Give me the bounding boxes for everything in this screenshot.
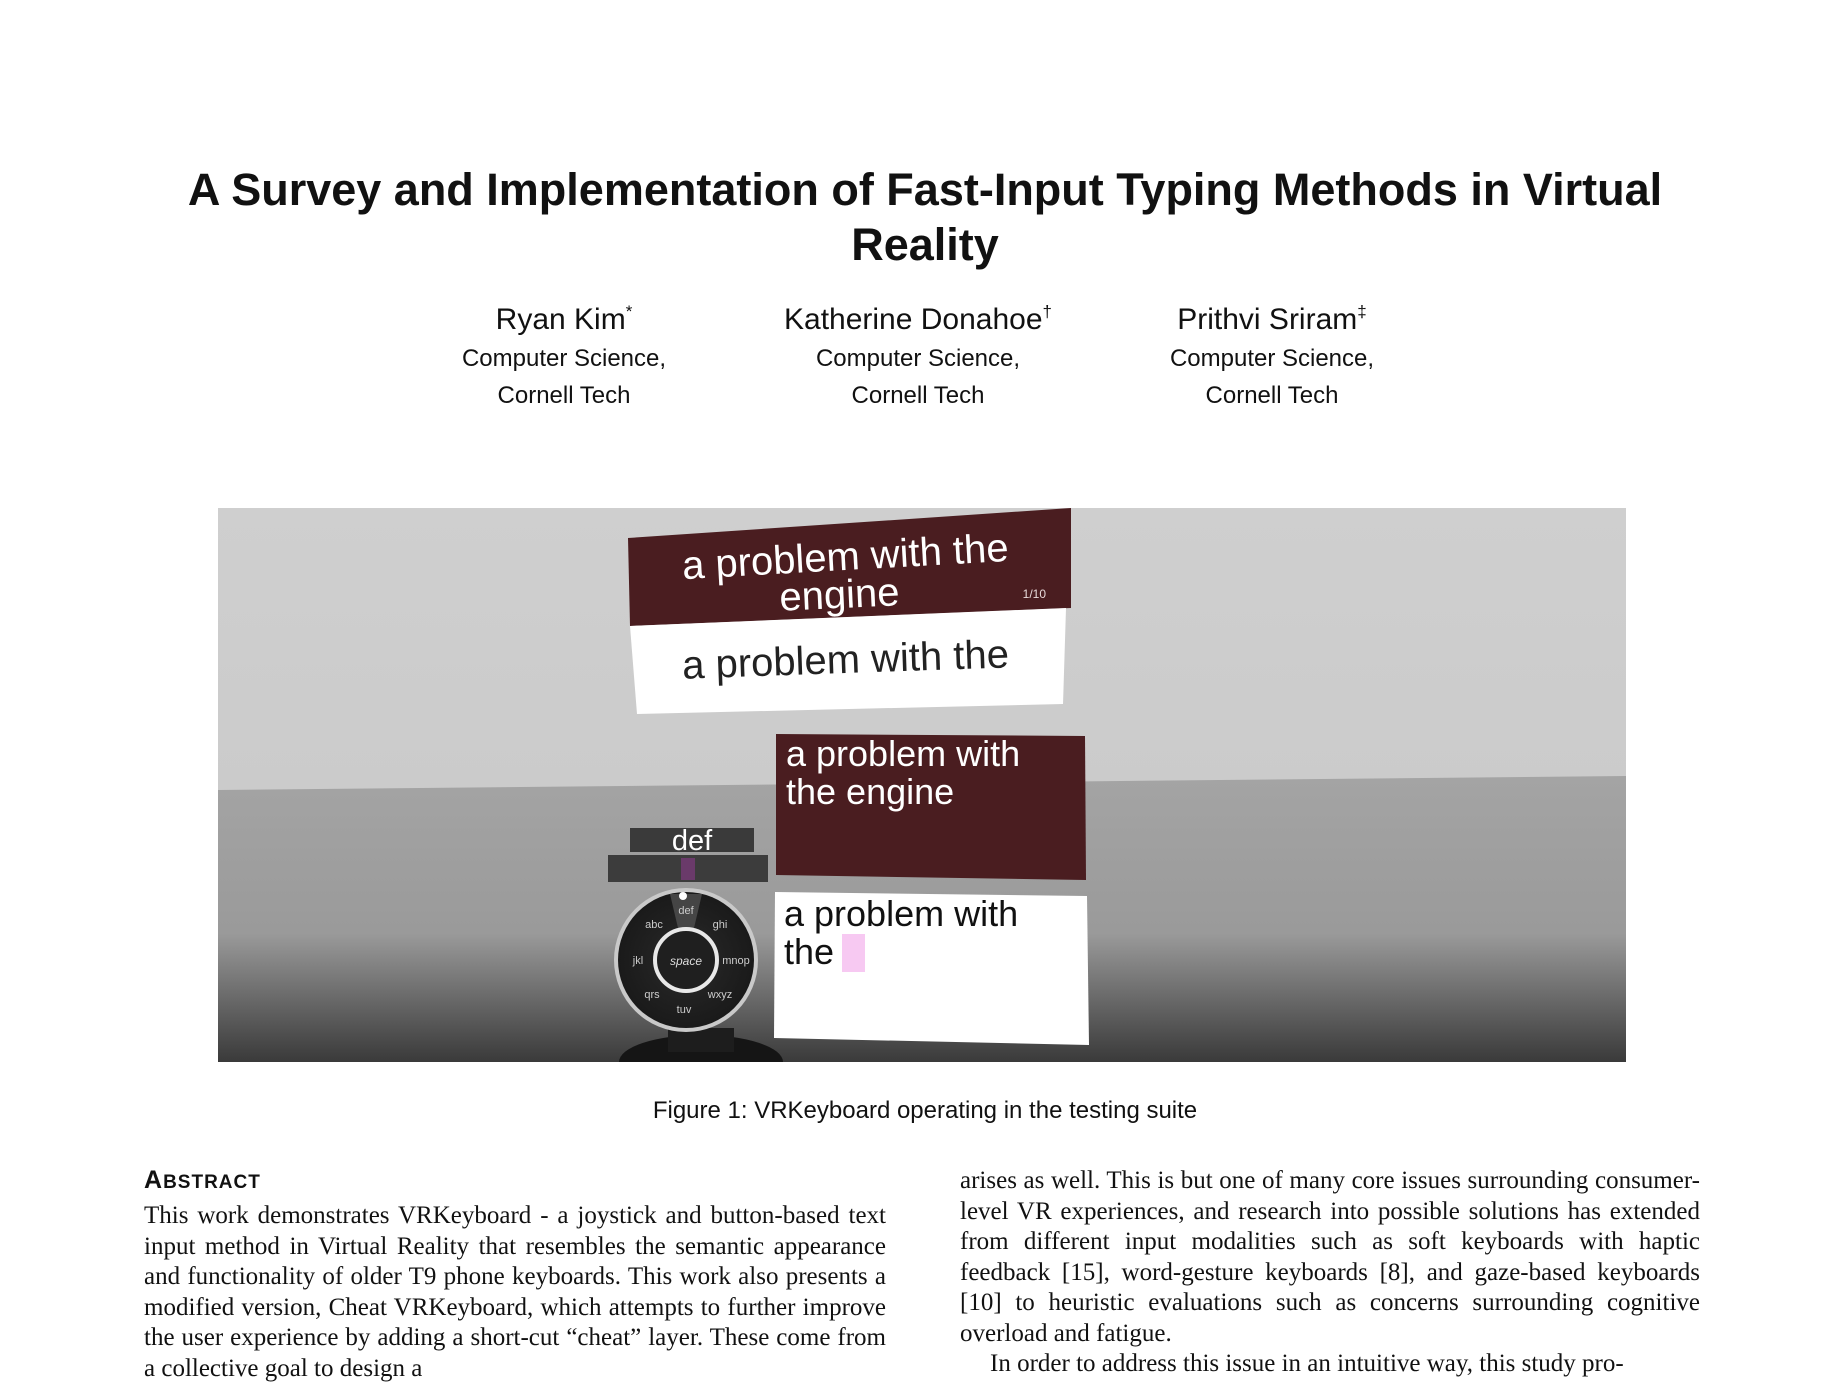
author-affiliation-dept: Computer Science,	[815, 345, 1021, 372]
author-name: Prithvi Sriram‡	[1177, 302, 1367, 336]
abstract-text: This work demonstrates VRKeyboard - a jo…	[144, 1202, 886, 1382]
panel2-typed-line1: a problem with	[784, 893, 1018, 934]
keyboard-stand-neck	[668, 1028, 734, 1052]
paper-title: A Survey and Implementation of Fast-Inpu…	[187, 164, 1663, 270]
selection-marker	[681, 858, 695, 880]
target-phrase-line2: engine	[778, 570, 900, 619]
author-name: Ryan Kim*	[495, 302, 633, 336]
dial-group-jkl: jkl	[632, 955, 643, 967]
dial-center-space: space	[670, 954, 702, 968]
phrase-counter: 1/10	[1023, 587, 1047, 601]
author-block-3: Prithvi Sriram‡ Computer Science, Cornel…	[1092, 300, 1452, 414]
dial-group-qrs: qrs	[644, 989, 660, 1001]
dial-group-ghi: ghi	[713, 919, 728, 931]
left-column: ABSTRACT This work demonstrates VRKeyboa…	[144, 1166, 886, 1384]
dial-group-mnop: mnop	[722, 955, 750, 967]
author-block-1: Ryan Kim* Computer Science, Cornell Tech	[384, 300, 744, 414]
right-column: arises as well. This is but one of many …	[960, 1166, 1700, 1380]
author-affiliation-inst: Cornell Tech	[851, 382, 985, 409]
dial-group-wxyz: wxyz	[707, 989, 732, 1001]
dial-group-abc: abc	[645, 919, 663, 931]
vr-scene-image: a problem with the engine 1/10 a problem…	[218, 508, 1626, 1062]
figure-caption: Figure 1: VRKeyboard operating in the te…	[652, 1097, 1198, 1124]
author-affiliation-dept: Computer Science,	[1169, 345, 1375, 372]
author-name: Katherine Donahoe†	[784, 302, 1052, 336]
author-affiliation-dept: Computer Science,	[461, 345, 667, 372]
author-affiliation-inst: Cornell Tech	[497, 382, 631, 409]
panel2-typed-line2: the	[784, 931, 834, 972]
dial-group-tuv: tuv	[677, 1004, 692, 1016]
author-block-2: Katherine Donahoe† Computer Science, Cor…	[738, 300, 1098, 414]
figure-vr-scene: a problem with the engine 1/10 a problem…	[218, 508, 1626, 1062]
body-paragraph-2: In order to address this issue in an int…	[990, 1350, 1624, 1377]
body-paragraph-1: arises as well. This is but one of many …	[960, 1167, 1700, 1347]
panel2-target-line2: the engine	[786, 771, 954, 812]
t9-dial: space def ghi mnop wxyz tuv qrs jkl abc	[614, 888, 758, 1032]
author-affiliation-inst: Cornell Tech	[1205, 382, 1339, 409]
dial-group-def: def	[678, 905, 694, 917]
text-cursor	[842, 934, 865, 972]
selected-group-label: def	[672, 825, 713, 857]
abstract-heading: ABSTRACT	[144, 1166, 261, 1194]
panel2-target-line1: a problem with	[786, 733, 1020, 774]
